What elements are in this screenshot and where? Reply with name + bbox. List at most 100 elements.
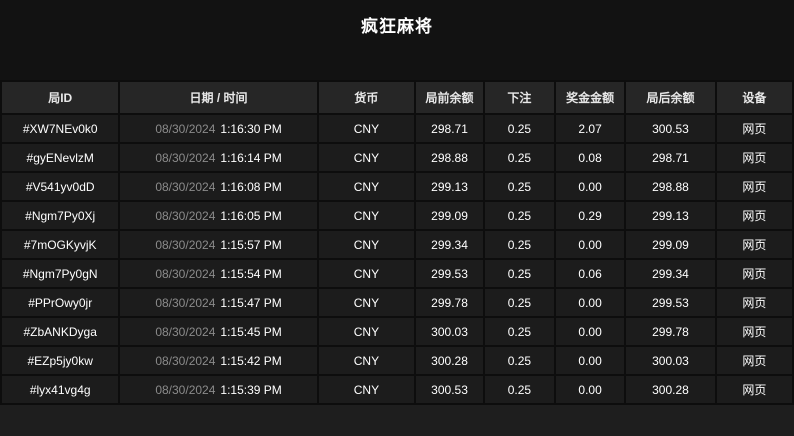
cell-device: 网页 [717, 289, 792, 316]
cell-prize: 0.00 [556, 289, 624, 316]
cell-currency: CNY [319, 289, 414, 316]
cell-balance-after: 299.34 [626, 260, 714, 287]
cell-balance-before: 300.03 [416, 318, 483, 345]
date-text: 08/30/2024 [155, 267, 215, 281]
cell-bet: 0.25 [485, 376, 554, 403]
cell-game-id: #PPrOwy0jr [2, 289, 118, 316]
cell-device: 网页 [717, 231, 792, 258]
cell-device: 网页 [717, 376, 792, 403]
cell-balance-after: 299.78 [626, 318, 714, 345]
time-text: 1:15:54 PM [220, 267, 281, 281]
cell-game-id: #EZp5jy0kw [2, 347, 118, 374]
cell-currency: CNY [319, 202, 414, 229]
cell-prize: 0.00 [556, 231, 624, 258]
cell-datetime: 08/30/2024 1:15:39 PM [120, 376, 316, 403]
col-header-currency: 货币 [319, 82, 414, 113]
cell-currency: CNY [319, 260, 414, 287]
time-text: 1:16:05 PM [220, 209, 281, 223]
col-header-prize: 奖金金额 [556, 82, 624, 113]
cell-device: 网页 [717, 347, 792, 374]
cell-device: 网页 [717, 202, 792, 229]
time-text: 1:16:14 PM [220, 151, 281, 165]
table-row: #PPrOwy0jr 08/30/2024 1:15:47 PM CNY 299.… [2, 289, 792, 316]
cell-datetime: 08/30/2024 1:15:54 PM [120, 260, 316, 287]
cell-bet: 0.25 [485, 231, 554, 258]
cell-balance-after: 299.13 [626, 202, 714, 229]
time-text: 1:15:57 PM [220, 238, 281, 252]
table-row: #gyENevlzM 08/30/20241:16:14 PM CNY 298.… [2, 144, 792, 171]
date-text: 08/30/2024 [155, 325, 215, 339]
game-history-table: 局ID 日期 / 时间 货币 局前余额 下注 奖金金额 局后余额 设备 #XW7… [0, 80, 794, 405]
cell-bet: 0.25 [485, 289, 554, 316]
cell-game-id: #XW7NEv0k0 [2, 115, 118, 142]
cell-game-id: #V541yv0dD [2, 173, 118, 200]
cell-datetime: 08/30/20241:16:14 PM [120, 144, 316, 171]
page-title: 疯狂麻将 [361, 0, 433, 37]
cell-prize: 0.29 [556, 202, 624, 229]
table-header-row: 局ID 日期 / 时间 货币 局前余额 下注 奖金金额 局后余额 设备 [2, 82, 792, 113]
table-row: #V541yv0dD 08/30/20241:16:08 PM CNY 299.… [2, 173, 792, 200]
date-text: 08/30/2024 [155, 122, 215, 136]
time-text: 1:16:08 PM [220, 180, 281, 194]
cell-bet: 0.25 [485, 115, 554, 142]
cell-balance-after: 300.53 [626, 115, 714, 142]
cell-currency: CNY [319, 376, 414, 403]
cell-datetime: 08/30/2024 1:15:57 PM [120, 231, 316, 258]
table-row: #EZp5jy0kw 08/30/2024 1:15:42 PM CNY 300.… [2, 347, 792, 374]
cell-balance-before: 299.78 [416, 289, 483, 316]
table-row: #Ngm7Py0Xj 08/30/20241:16:05 PM CNY 299.… [2, 202, 792, 229]
cell-balance-before: 298.71 [416, 115, 483, 142]
cell-balance-before: 300.53 [416, 376, 483, 403]
cell-currency: CNY [319, 231, 414, 258]
cell-balance-after: 300.28 [626, 376, 714, 403]
cell-balance-before: 299.09 [416, 202, 483, 229]
cell-prize: 0.06 [556, 260, 624, 287]
table-row: #ZbANKDyga 08/30/2024 1:15:45 PM CNY 300.… [2, 318, 792, 345]
date-text: 08/30/2024 [155, 354, 215, 368]
page-header: 疯狂麻将 [0, 0, 794, 80]
time-text: 1:15:42 PM [220, 354, 281, 368]
cell-device: 网页 [717, 318, 792, 345]
page: 疯狂麻将 局ID 日期 / 时间 货币 局前余额 下注 奖金金额 局后余额 设备 [0, 0, 794, 436]
cell-bet: 0.25 [485, 173, 554, 200]
cell-bet: 0.25 [485, 260, 554, 287]
table-row: #XW7NEv0k0 08/30/2024 1:16:30 PM CNY 298.… [2, 115, 792, 142]
time-text: 1:15:47 PM [220, 296, 281, 310]
cell-datetime: 08/30/2024 1:15:45 PM [120, 318, 316, 345]
cell-prize: 2.07 [556, 115, 624, 142]
cell-game-id: #7mOGKyvjK [2, 231, 118, 258]
table-row: #7mOGKyvjK 08/30/20241:15:57 PM CNY 299.… [2, 231, 792, 258]
time-text: 1:15:39 PM [220, 383, 281, 397]
cell-balance-before: 298.88 [416, 144, 483, 171]
date-text: 08/30/2024 [155, 238, 215, 252]
col-header-datetime: 日期 / 时间 [120, 82, 316, 113]
cell-currency: CNY [319, 318, 414, 345]
cell-game-id: #gyENevlzM [2, 144, 118, 171]
cell-balance-before: 300.28 [416, 347, 483, 374]
cell-currency: CNY [319, 144, 414, 171]
date-text: 08/30/2024 [155, 180, 215, 194]
cell-prize: 0.00 [556, 376, 624, 403]
date-text: 08/30/2024 [155, 296, 215, 310]
page-bottom-area [0, 405, 794, 436]
cell-currency: CNY [319, 115, 414, 142]
cell-bet: 0.25 [485, 202, 554, 229]
time-text: 1:15:45 PM [220, 325, 281, 339]
cell-game-id: #Ngm7Py0Xj [2, 202, 118, 229]
time-text: 1:16:30 PM [220, 122, 281, 136]
cell-balance-after: 298.88 [626, 173, 714, 200]
date-text: 08/30/2024 [155, 383, 215, 397]
col-header-game-id: 局ID [2, 82, 118, 113]
cell-balance-after: 300.03 [626, 347, 714, 374]
cell-device: 网页 [717, 115, 792, 142]
cell-device: 网页 [717, 260, 792, 287]
col-header-device: 设备 [717, 82, 792, 113]
cell-game-id: #ZbANKDyga [2, 318, 118, 345]
cell-datetime: 08/30/2024 1:16:30 PM [120, 115, 316, 142]
cell-currency: CNY [319, 347, 414, 374]
cell-datetime: 08/30/2024 1:15:47 PM [120, 289, 316, 316]
cell-device: 网页 [717, 173, 792, 200]
cell-currency: CNY [319, 173, 414, 200]
col-header-bet: 下注 [485, 82, 554, 113]
cell-bet: 0.25 [485, 347, 554, 374]
